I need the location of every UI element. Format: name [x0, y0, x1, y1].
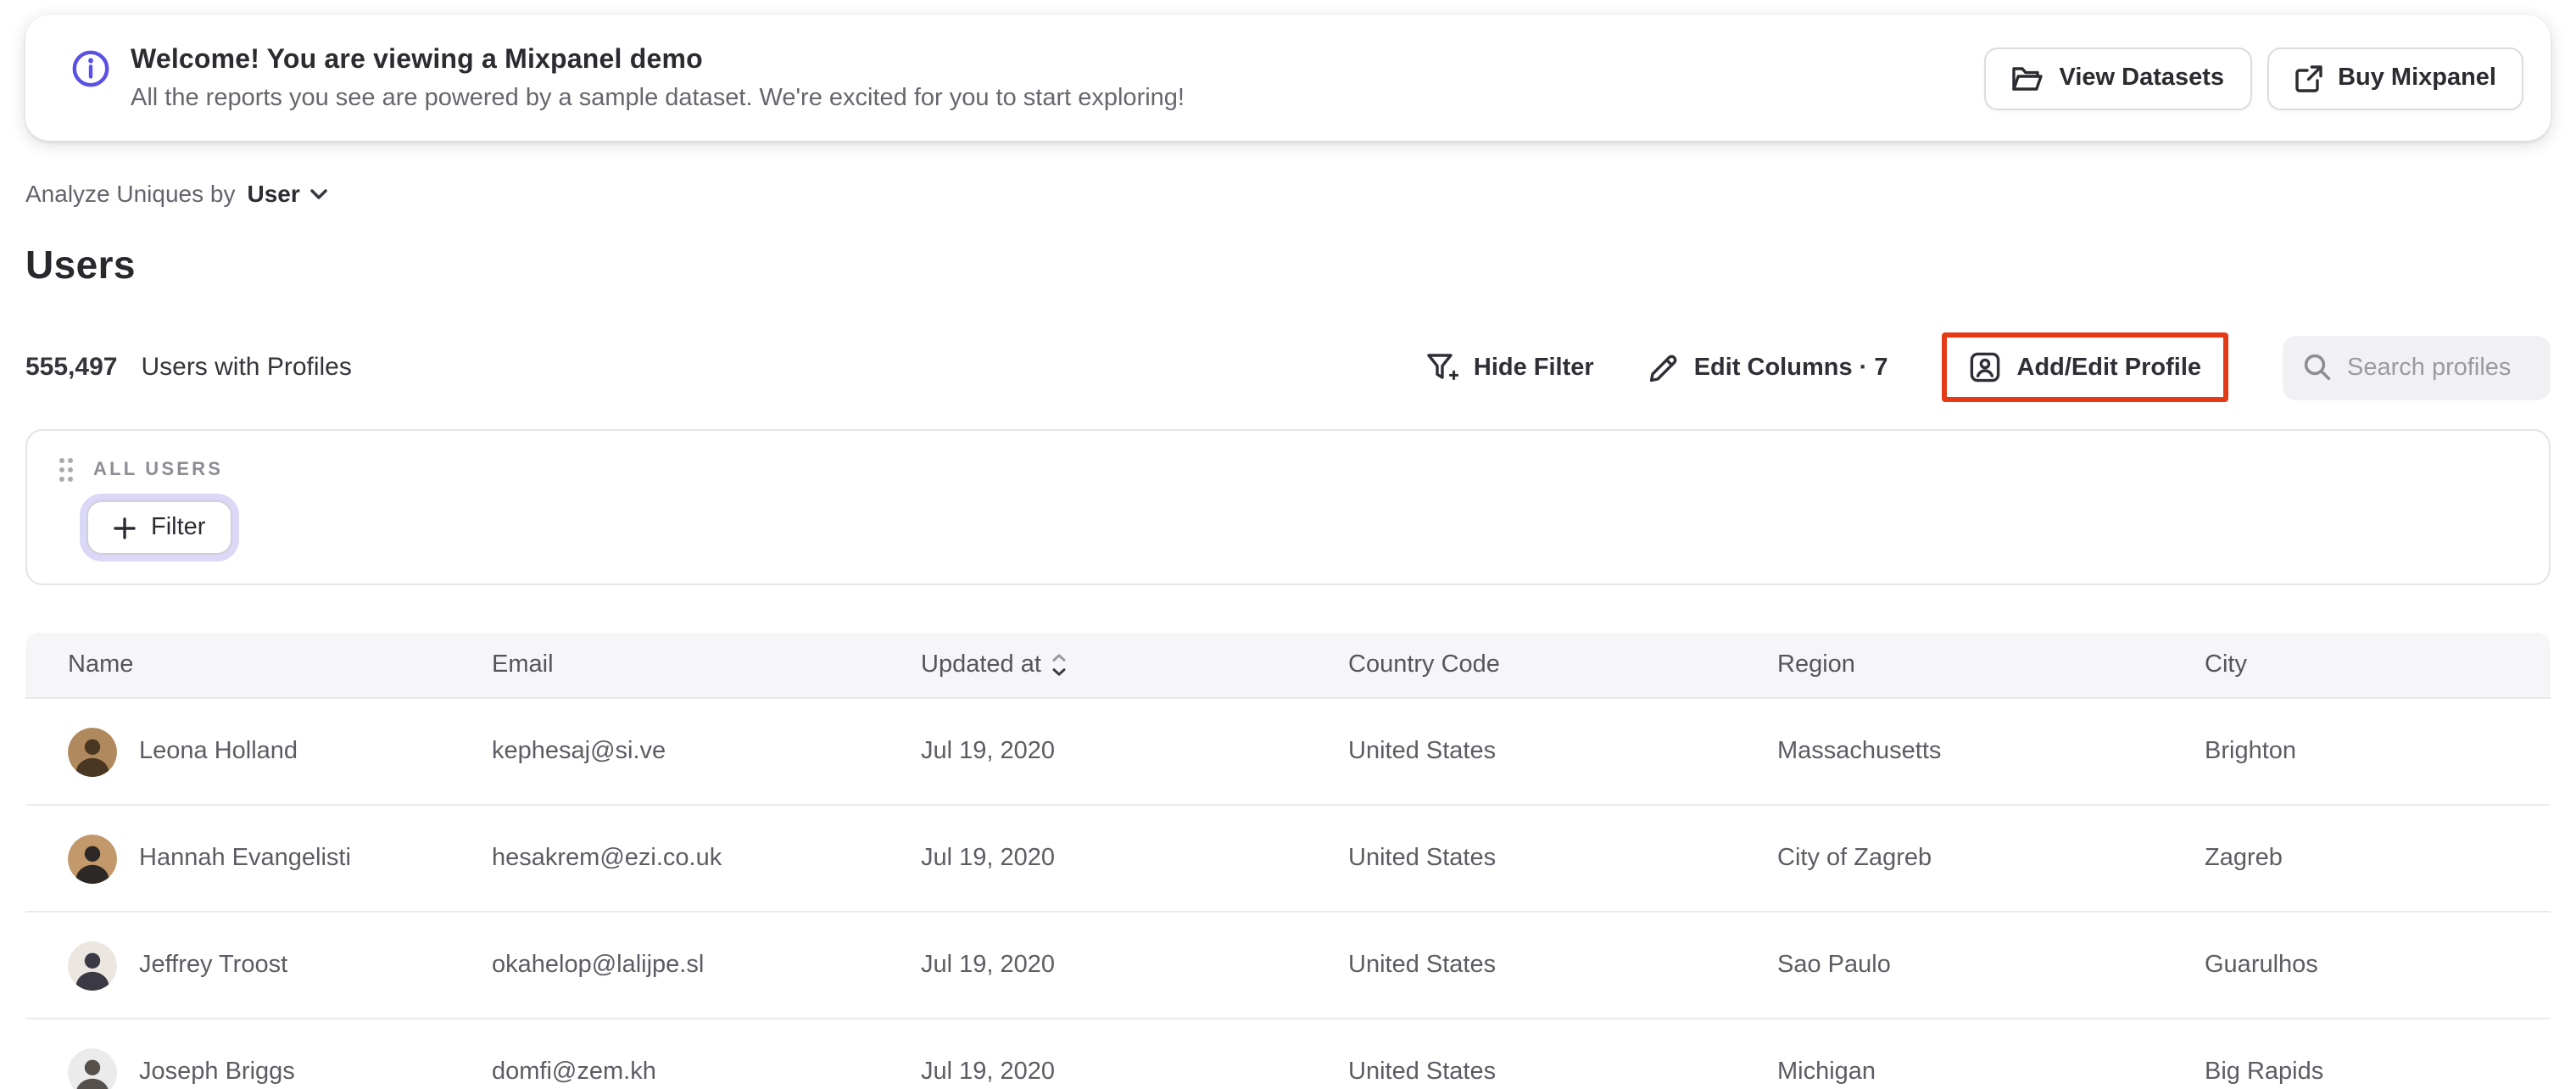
- analyze-uniques-dropdown[interactable]: User: [248, 180, 327, 207]
- user-name: Leona Holland: [139, 738, 298, 765]
- analyze-uniques-value: User: [247, 180, 300, 207]
- users-page: Welcome! You are viewing a Mixpanel demo…: [0, 15, 2576, 1089]
- column-header-region[interactable]: Region: [1777, 651, 2205, 679]
- cell-name: Hannah Evangelisti: [68, 834, 492, 883]
- cell-region: Michigan: [1777, 1058, 1876, 1086]
- cell-region: City of Zagreb: [1777, 845, 1932, 872]
- user-name: Hannah Evangelisti: [139, 845, 351, 872]
- column-header-email[interactable]: Email: [492, 651, 921, 679]
- search-icon: [2303, 353, 2332, 382]
- cell-updated-at: Jul 19, 2020: [921, 738, 1056, 765]
- cell-email: hesakrem@ezi.co.uk: [492, 845, 722, 872]
- cell-country: United States: [1348, 952, 1497, 979]
- cell-updated-at: Jul 19, 2020: [921, 1058, 1056, 1086]
- add-edit-profile-button[interactable]: Add/Edit Profile: [1970, 351, 2202, 383]
- cell-name: Leona Holland: [68, 727, 492, 776]
- analyze-uniques-label: Analyze Uniques by: [25, 180, 236, 207]
- external-link-icon: [2294, 64, 2322, 92]
- pencil-icon: [1648, 352, 1679, 383]
- avatar: [68, 727, 117, 776]
- edit-columns-button[interactable]: Edit Columns · 7: [1648, 352, 1888, 383]
- column-header-label: Region: [1777, 651, 1855, 679]
- drag-handle-icon[interactable]: [58, 456, 75, 483]
- column-header-label: Country Code: [1348, 651, 1500, 679]
- banner-actions: View Datasets Buy Mixpanel: [1984, 47, 2523, 109]
- column-header-label: Updated at: [921, 651, 1041, 679]
- table-header-row: Name Email Updated at Country Code Region Cit…: [25, 633, 2551, 699]
- user-name: Jeffrey Troost: [139, 952, 288, 979]
- page-title: Users: [25, 243, 136, 287]
- edit-columns-label: Edit Columns · 7: [1693, 354, 1888, 381]
- user-name: Joseph Briggs: [139, 1058, 295, 1086]
- cell-updated-at: Jul 19, 2020: [921, 952, 1056, 979]
- cell-region: Massachusetts: [1777, 738, 1942, 765]
- info-icon: [71, 48, 110, 87]
- users-table: Name Email Updated at Country Code Region Cit…: [25, 633, 2551, 1089]
- chevron-down-icon: [309, 187, 327, 199]
- table-row[interactable]: Hannah Evangelisti hesakrem@ezi.co.uk Jul …: [25, 806, 2551, 913]
- buy-mixpanel-button[interactable]: Buy Mixpanel: [2267, 47, 2523, 109]
- view-datasets-button[interactable]: View Datasets: [1984, 47, 2252, 109]
- cell-city: Guarulhos: [2205, 952, 2318, 979]
- cell-city: Big Rapids: [2205, 1058, 2324, 1086]
- table-body: Leona Holland kephesaj@si.ve Jul 19, 2020 U…: [25, 699, 2551, 1089]
- cell-name: Jeffrey Troost: [68, 941, 492, 990]
- search-profiles-input[interactable]: Search profiles: [2283, 335, 2551, 399]
- column-header-country-code[interactable]: Country Code: [1348, 651, 1777, 679]
- funnel-plus-icon: [1426, 352, 1458, 383]
- cell-country: United States: [1348, 1058, 1497, 1086]
- view-datasets-label: View Datasets: [2059, 64, 2225, 92]
- cell-city: Zagreb: [2205, 845, 2283, 872]
- column-header-label: Email: [492, 651, 554, 679]
- toolbar: Hide Filter Edit Columns · 7 Add/Edit Pr…: [1426, 332, 2551, 402]
- banner-subtitle: All the reports you see are powered by a…: [131, 84, 1185, 111]
- folder-icon: [2012, 64, 2044, 92]
- cell-email: domfi@zem.kh: [492, 1058, 656, 1086]
- column-header-label: City: [2205, 651, 2247, 679]
- banner-message: Welcome! You are viewing a Mixpanel demo…: [71, 45, 1185, 111]
- table-row[interactable]: Leona Holland kephesaj@si.ve Jul 19, 2020 U…: [25, 699, 2551, 806]
- filter-panel: ALL USERS Filter: [25, 429, 2551, 585]
- column-header-city[interactable]: City: [2205, 651, 2551, 679]
- column-header-label: Name: [68, 651, 134, 679]
- add-filter-button[interactable]: Filter: [86, 500, 233, 555]
- cell-country: United States: [1348, 738, 1497, 765]
- column-header-name[interactable]: Name: [68, 651, 492, 679]
- profile-count: 555,497 Users with Profiles: [25, 353, 352, 382]
- hide-filter-button[interactable]: Hide Filter: [1426, 352, 1594, 383]
- group-label: ALL USERS: [93, 460, 224, 480]
- cell-city: Brighton: [2205, 738, 2297, 765]
- analyze-uniques-row: Analyze Uniques by User: [25, 180, 2551, 207]
- column-header-updated-at[interactable]: Updated at: [921, 651, 1348, 679]
- add-filter-label: Filter: [151, 514, 206, 541]
- cell-email: okahelop@lalijpe.sl: [492, 952, 705, 979]
- search-placeholder: Search profiles: [2347, 354, 2512, 381]
- table-row[interactable]: Jeffrey Troost okahelop@lalijpe.sl Jul 19,…: [25, 913, 2551, 1019]
- table-row[interactable]: Joseph Briggs domfi@zem.kh Jul 19, 2020 Uni…: [25, 1019, 2551, 1089]
- avatar: [68, 941, 117, 990]
- avatar: [68, 834, 117, 883]
- cell-name: Joseph Briggs: [68, 1047, 492, 1089]
- cell-region: Sao Paulo: [1777, 952, 1891, 979]
- avatar: [68, 1047, 117, 1089]
- annotation-highlight: Add/Edit Profile: [1942, 332, 2228, 402]
- cell-email: kephesaj@si.ve: [492, 738, 666, 765]
- profile-count-label: Users with Profiles: [141, 353, 352, 382]
- welcome-banner: Welcome! You are viewing a Mixpanel demo…: [25, 15, 2551, 141]
- hide-filter-label: Hide Filter: [1473, 354, 1594, 381]
- cell-updated-at: Jul 19, 2020: [921, 845, 1056, 872]
- stats-toolbar-row: 555,497 Users with Profiles Hide Filter: [25, 332, 2551, 402]
- add-edit-profile-label: Add/Edit Profile: [2016, 354, 2202, 381]
- profile-badge-icon: [1970, 351, 2002, 383]
- cell-country: United States: [1348, 845, 1497, 872]
- profile-count-value: 555,497: [25, 353, 118, 382]
- buy-mixpanel-label: Buy Mixpanel: [2338, 64, 2496, 92]
- banner-title: Welcome! You are viewing a Mixpanel demo: [131, 45, 703, 74]
- sort-icon: [1051, 653, 1067, 677]
- plus-icon: [114, 517, 136, 539]
